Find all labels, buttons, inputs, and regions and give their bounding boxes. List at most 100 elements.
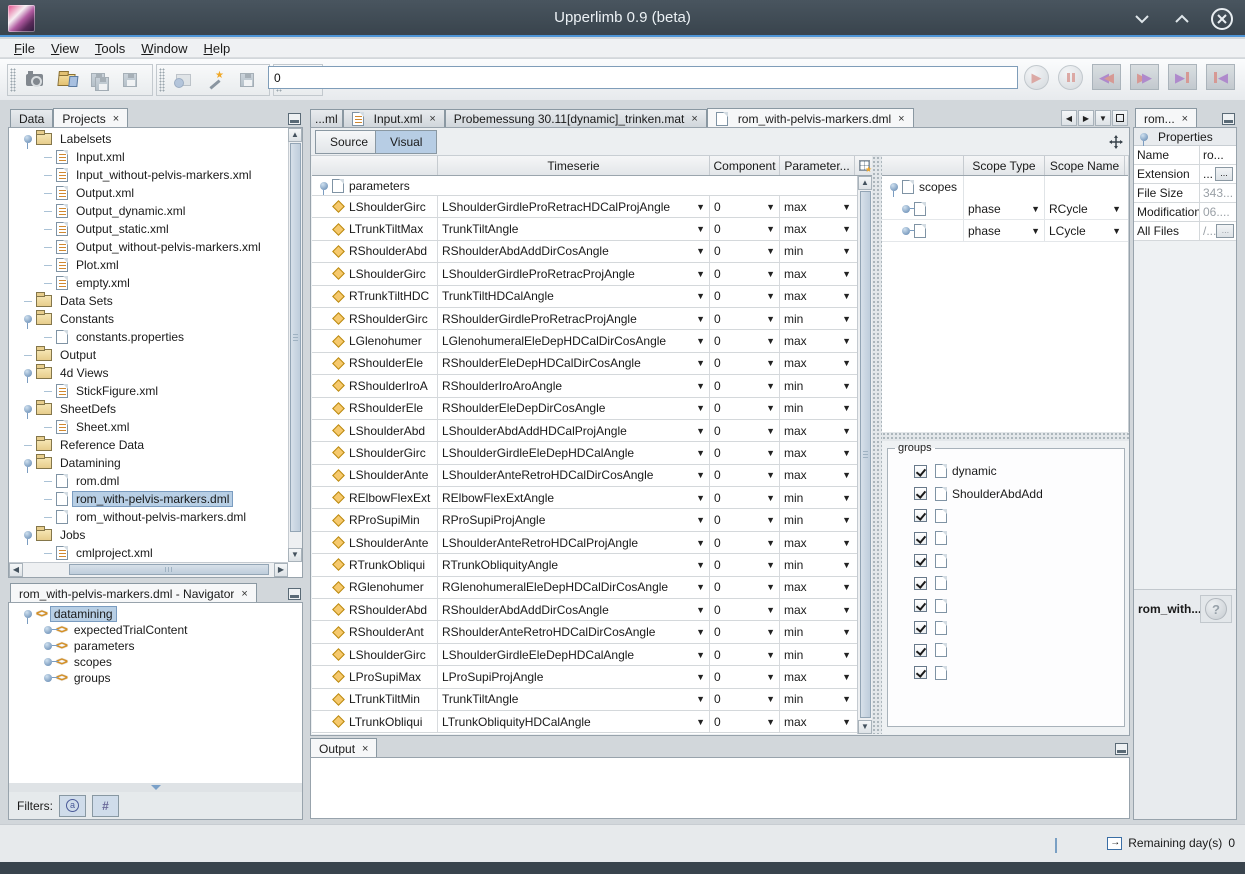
scope-name-cell[interactable]: LCycle▼ bbox=[1045, 220, 1125, 241]
dropdown-arrow-icon[interactable]: ▼ bbox=[766, 202, 775, 212]
timeserie-cell[interactable]: LGlenohumeralEleDepHDCalDirCosAngle▼ bbox=[438, 330, 710, 351]
parameter-cell[interactable]: max▼ bbox=[780, 218, 855, 239]
scope-name-cell[interactable]: RCycle▼ bbox=[1045, 198, 1125, 219]
tree-item-reference-data[interactable]: Reference Data bbox=[10, 436, 287, 454]
dropdown-arrow-icon[interactable]: ▼ bbox=[696, 381, 705, 391]
component-cell[interactable]: 0▼ bbox=[710, 308, 780, 329]
group-checkbox[interactable] bbox=[914, 465, 927, 478]
scrollbar-thumb[interactable] bbox=[860, 191, 871, 718]
dropdown-arrow-icon[interactable]: ▼ bbox=[766, 650, 775, 660]
filter-attributes-button[interactable]: a bbox=[59, 795, 86, 817]
component-cell[interactable]: 0▼ bbox=[710, 666, 780, 687]
dropdown-arrow-icon[interactable]: ▼ bbox=[842, 627, 851, 637]
dropdown-arrow-icon[interactable]: ▼ bbox=[842, 291, 851, 301]
timeserie-cell[interactable]: LShoulderGirdleEleDepHDCalAngle▼ bbox=[438, 644, 710, 665]
component-cell[interactable]: 0▼ bbox=[710, 509, 780, 530]
close-icon[interactable]: × bbox=[1180, 113, 1188, 125]
dropdown-arrow-icon[interactable]: ▼ bbox=[842, 560, 851, 570]
tree-item-data-sets[interactable]: Data Sets bbox=[10, 292, 287, 310]
dropdown-arrow-icon[interactable]: ▼ bbox=[766, 605, 775, 615]
dropdown-arrow-icon[interactable]: ▼ bbox=[842, 515, 851, 525]
tab-list-dropdown-icon[interactable]: ▼ bbox=[1095, 110, 1111, 126]
scroll-down-icon[interactable]: ▼ bbox=[288, 548, 302, 562]
parameter-row[interactable]: LShoulderAnteLShoulderAnteRetroHDCalDirC… bbox=[312, 465, 857, 487]
dropdown-arrow-icon[interactable]: ▼ bbox=[1112, 204, 1121, 214]
pause-button[interactable] bbox=[1058, 65, 1083, 90]
dropdown-arrow-icon[interactable]: ▼ bbox=[842, 224, 851, 234]
dropdown-arrow-icon[interactable]: ▼ bbox=[696, 426, 705, 436]
scope-type-cell[interactable]: phase▼ bbox=[964, 198, 1045, 219]
minimize-panel-icon[interactable] bbox=[1115, 743, 1128, 755]
group-checkbox[interactable] bbox=[914, 509, 927, 522]
dropdown-arrow-icon[interactable]: ▼ bbox=[1031, 204, 1040, 214]
close-icon[interactable]: × bbox=[896, 113, 904, 125]
play-button[interactable]: ▶ bbox=[1024, 65, 1049, 90]
wizard-button[interactable] bbox=[200, 67, 230, 93]
dropdown-arrow-icon[interactable]: ▼ bbox=[696, 627, 705, 637]
column-header-timeserie[interactable]: Timeserie bbox=[438, 156, 710, 175]
dropdown-arrow-icon[interactable]: ▼ bbox=[842, 358, 851, 368]
minimize-panel-icon[interactable] bbox=[288, 113, 301, 125]
property-value[interactable]: /...... bbox=[1200, 222, 1236, 240]
dropdown-arrow-icon[interactable]: ▼ bbox=[842, 694, 851, 704]
table-vertical-scrollbar[interactable]: ▲ ▼ bbox=[857, 176, 872, 734]
dropdown-arrow-icon[interactable]: ▼ bbox=[842, 336, 851, 346]
browse-button[interactable]: ... bbox=[1216, 224, 1234, 238]
tree-item-constants[interactable]: Constants bbox=[10, 310, 287, 328]
close-window-icon[interactable] bbox=[1209, 6, 1235, 32]
parameter-cell[interactable]: min▼ bbox=[780, 375, 855, 396]
tree-item-sheetdefs[interactable]: SheetDefs bbox=[10, 400, 287, 418]
collapse-handle-icon[interactable] bbox=[902, 227, 910, 235]
parameter-cell[interactable]: max▼ bbox=[780, 577, 855, 598]
scopes-root-row[interactable]: scopes bbox=[882, 176, 1128, 198]
component-cell[interactable]: 0▼ bbox=[710, 398, 780, 419]
component-cell[interactable]: 0▼ bbox=[710, 241, 780, 262]
parameter-cell[interactable]: max▼ bbox=[780, 532, 855, 553]
navigator-splitter[interactable] bbox=[9, 783, 302, 792]
tree-item-empty-xml[interactable]: empty.xml bbox=[10, 274, 287, 292]
dropdown-arrow-icon[interactable]: ▼ bbox=[696, 582, 705, 592]
expand-handle-icon[interactable] bbox=[24, 459, 32, 467]
dropdown-arrow-icon[interactable]: ▼ bbox=[766, 381, 775, 391]
save-button[interactable] bbox=[115, 67, 145, 93]
toolbar-drag-handle[interactable] bbox=[10, 68, 16, 92]
collapse-handle-icon[interactable] bbox=[44, 674, 52, 682]
attach-data-button[interactable] bbox=[168, 67, 198, 93]
component-cell[interactable]: 0▼ bbox=[710, 375, 780, 396]
dropdown-arrow-icon[interactable]: ▼ bbox=[696, 291, 705, 301]
skip-to-end-button[interactable]: ▶ bbox=[1168, 64, 1197, 90]
parameter-cell[interactable]: min▼ bbox=[780, 487, 855, 508]
parameter-row[interactable]: LTrunkTiltMaxTrunkTiltAngle▼0▼max▼ bbox=[312, 218, 857, 240]
dropdown-arrow-icon[interactable]: ▼ bbox=[766, 336, 775, 346]
expand-handle-icon[interactable] bbox=[1140, 133, 1148, 141]
component-cell[interactable]: 0▼ bbox=[710, 420, 780, 441]
timeserie-cell[interactable]: RShoulderEleDepHDCalDirCosAngle▼ bbox=[438, 353, 710, 374]
dropdown-arrow-icon[interactable]: ▼ bbox=[766, 291, 775, 301]
scope-type-cell[interactable]: phase▼ bbox=[964, 220, 1045, 241]
component-cell[interactable]: 0▼ bbox=[710, 330, 780, 351]
parameter-cell[interactable]: min▼ bbox=[780, 554, 855, 575]
parameter-row[interactable]: LShoulderAbdLShoulderAbdAddHDCalProjAngl… bbox=[312, 420, 857, 442]
scroll-up-icon[interactable]: ▲ bbox=[288, 128, 302, 142]
component-cell[interactable]: 0▼ bbox=[710, 465, 780, 486]
parameter-row[interactable]: RGlenohumerRGlenohumeralEleDepHDCalDirCo… bbox=[312, 577, 857, 599]
dropdown-arrow-icon[interactable]: ▼ bbox=[842, 493, 851, 503]
source-view-button[interactable]: Source bbox=[315, 130, 383, 154]
parameter-row[interactable]: RShoulderEleRShoulderEleDepHDCalDirCosAn… bbox=[312, 353, 857, 375]
component-cell[interactable]: 0▼ bbox=[710, 621, 780, 642]
timeserie-cell[interactable]: LShoulderAnteRetroHDCalProjAngle▼ bbox=[438, 532, 710, 553]
dropdown-arrow-icon[interactable]: ▼ bbox=[842, 448, 851, 458]
scopes-groups-splitter[interactable] bbox=[882, 432, 1129, 441]
tree-item-output-xml[interactable]: Output.xml bbox=[10, 184, 287, 202]
parameter-row[interactable]: RShoulderGircRShoulderGirdleProRetracPro… bbox=[312, 308, 857, 330]
dropdown-arrow-icon[interactable]: ▼ bbox=[1031, 226, 1040, 236]
close-icon[interactable]: × bbox=[689, 113, 697, 125]
parameter-row[interactable]: LShoulderGircLShoulderGirdleProRetracPro… bbox=[312, 263, 857, 285]
dropdown-arrow-icon[interactable]: ▼ bbox=[842, 672, 851, 682]
parameter-row[interactable]: LShoulderAnteLShoulderAnteRetroHDCalProj… bbox=[312, 532, 857, 554]
menu-view[interactable]: View bbox=[43, 40, 87, 57]
component-cell[interactable]: 0▼ bbox=[710, 532, 780, 553]
timeserie-cell[interactable]: RShoulderAbdAddDirCosAngle▼ bbox=[438, 599, 710, 620]
fast-forward-button[interactable]: ▶▶ bbox=[1130, 64, 1159, 90]
dropdown-arrow-icon[interactable]: ▼ bbox=[696, 470, 705, 480]
